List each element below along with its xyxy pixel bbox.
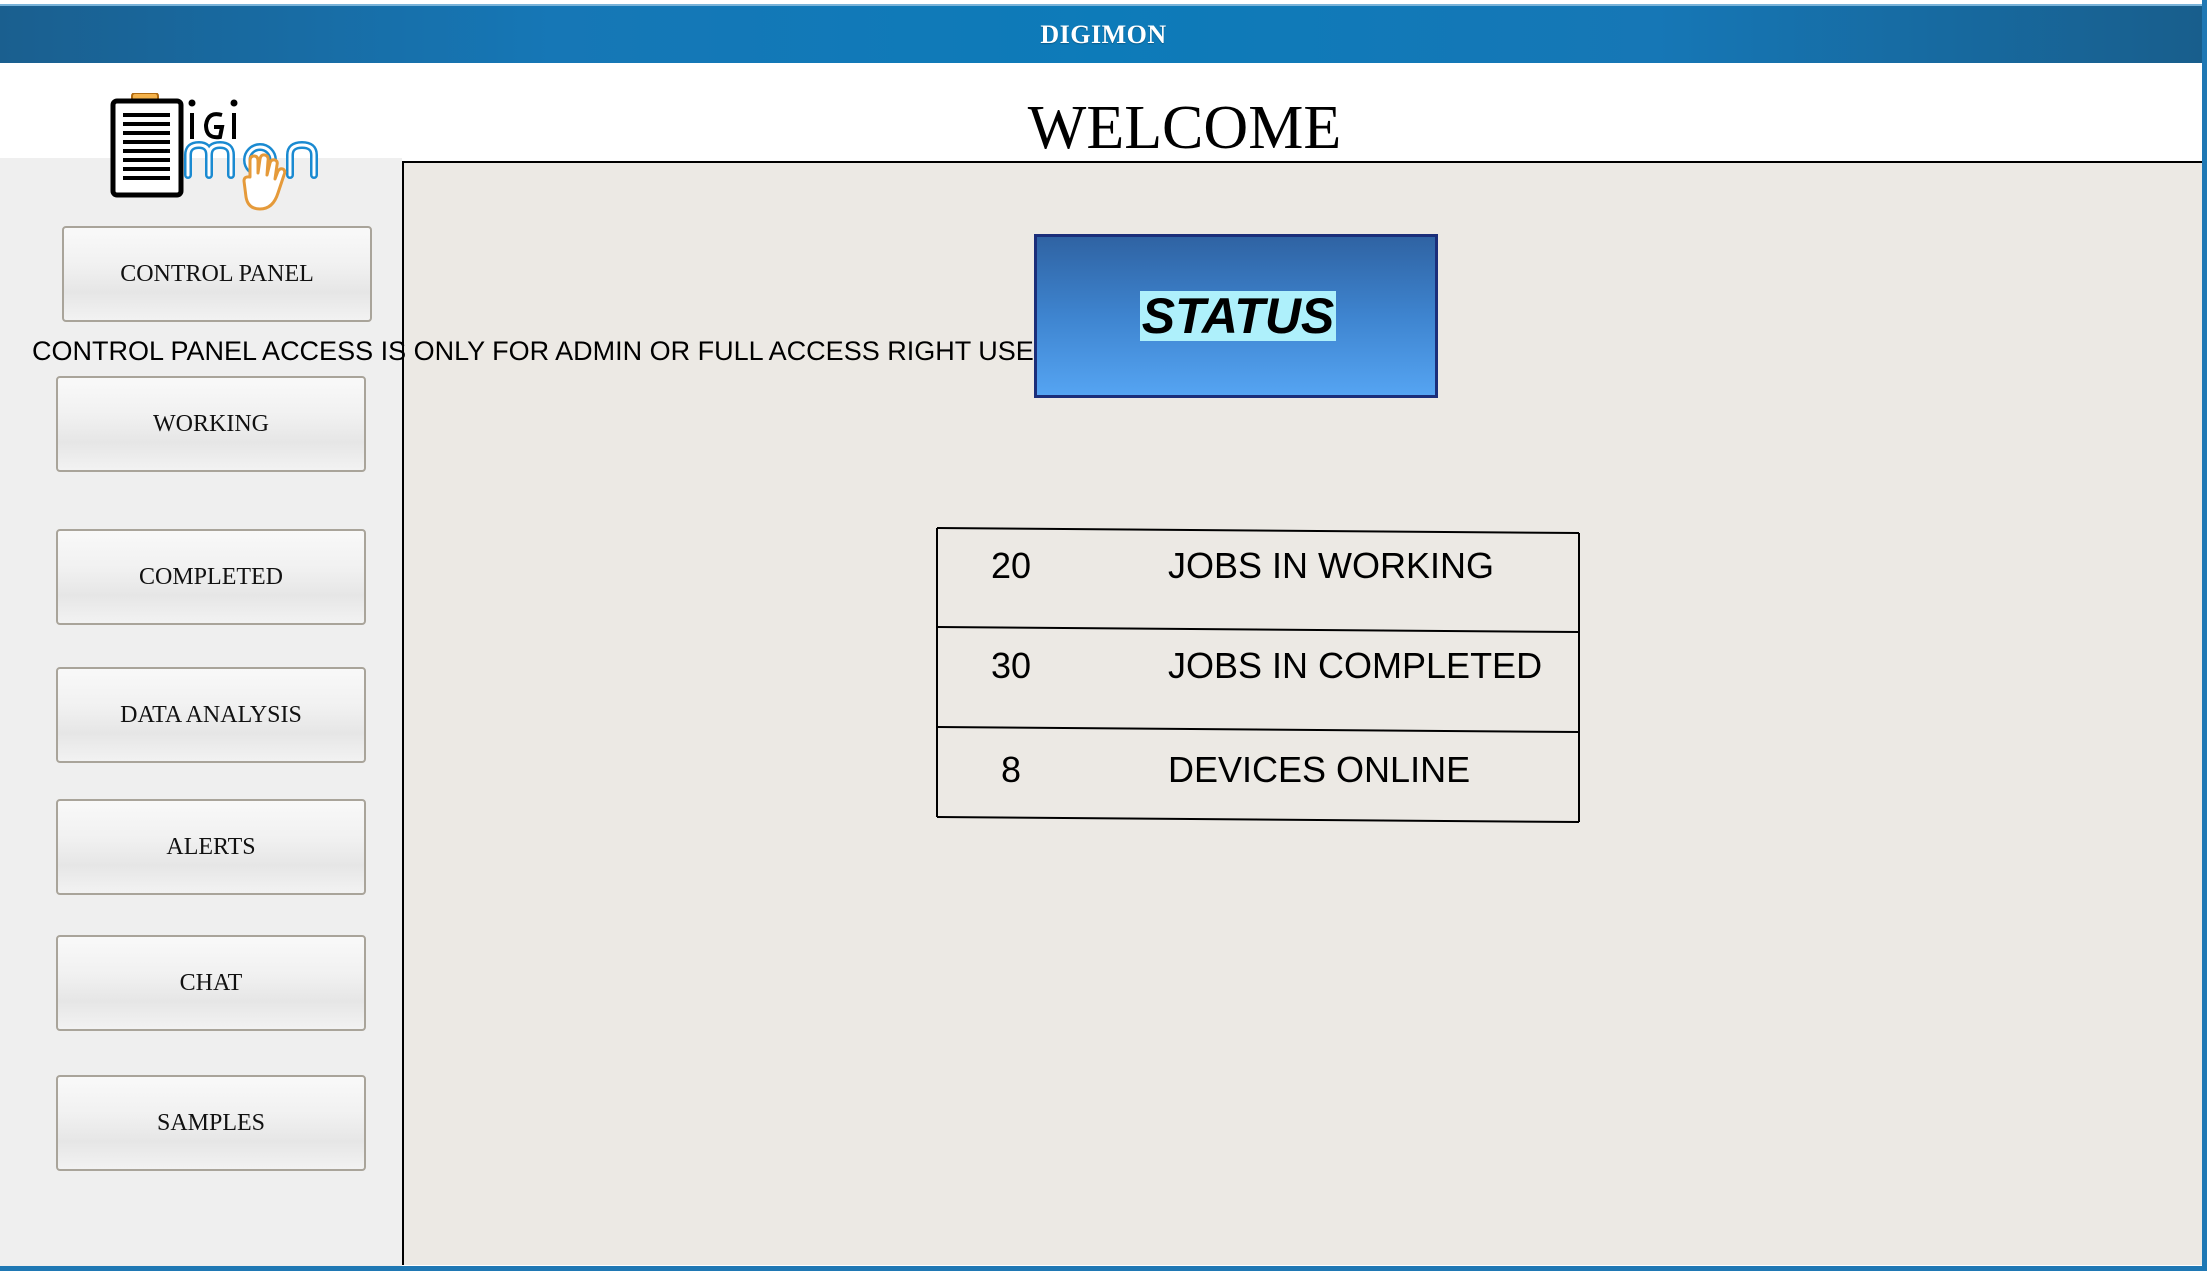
access-note: CONTROL PANEL ACCESS IS ONLY FOR ADMIN O… (32, 336, 1054, 366)
status-button[interactable]: STATUS (1034, 234, 1438, 398)
working-button[interactable]: WORKING (56, 376, 366, 472)
devices-online-count: 8 (1000, 749, 1022, 790)
stat-row-completed: 30 JOBS IN COMPLETED (936, 645, 1580, 745)
completed-button[interactable]: COMPLETED (56, 529, 366, 625)
digimon-logo (110, 92, 326, 215)
devices-online-label: DEVICES ONLINE (1168, 749, 1471, 790)
page-title: WELCOME (1027, 94, 1342, 162)
samples-button[interactable]: SAMPLES (56, 1075, 366, 1171)
clipboard-hand-logo-icon (110, 92, 318, 211)
jobs-working-count: 20 (990, 545, 1032, 586)
data-analysis-button[interactable]: DATA ANALYSIS (56, 667, 366, 763)
jobs-working-label: JOBS IN WORKING (1168, 545, 1495, 586)
window-title: DIGIMON (1040, 19, 1167, 49)
jobs-completed-count: 30 (990, 645, 1032, 686)
control-panel-button[interactable]: CONTROL PANEL (62, 226, 372, 322)
title-bar: DIGIMON (0, 4, 2207, 63)
stat-row-working: 20 JOBS IN WORKING (936, 545, 1580, 645)
status-button-label: STATUS (1139, 288, 1337, 344)
stat-row-devices: 8 DEVICES ONLINE (936, 749, 1580, 849)
jobs-completed-label: JOBS IN COMPLETED (1168, 645, 1543, 686)
app-window: DIGIMON WELCOME CONTROL PANEL CONTROL PA… (0, 0, 2212, 1272)
chat-button[interactable]: CHAT (56, 935, 366, 1031)
status-summary-table: 20 JOBS IN WORKING 30 JOBS IN COMPLETED … (936, 527, 1580, 823)
alerts-button[interactable]: ALERTS (56, 799, 366, 895)
